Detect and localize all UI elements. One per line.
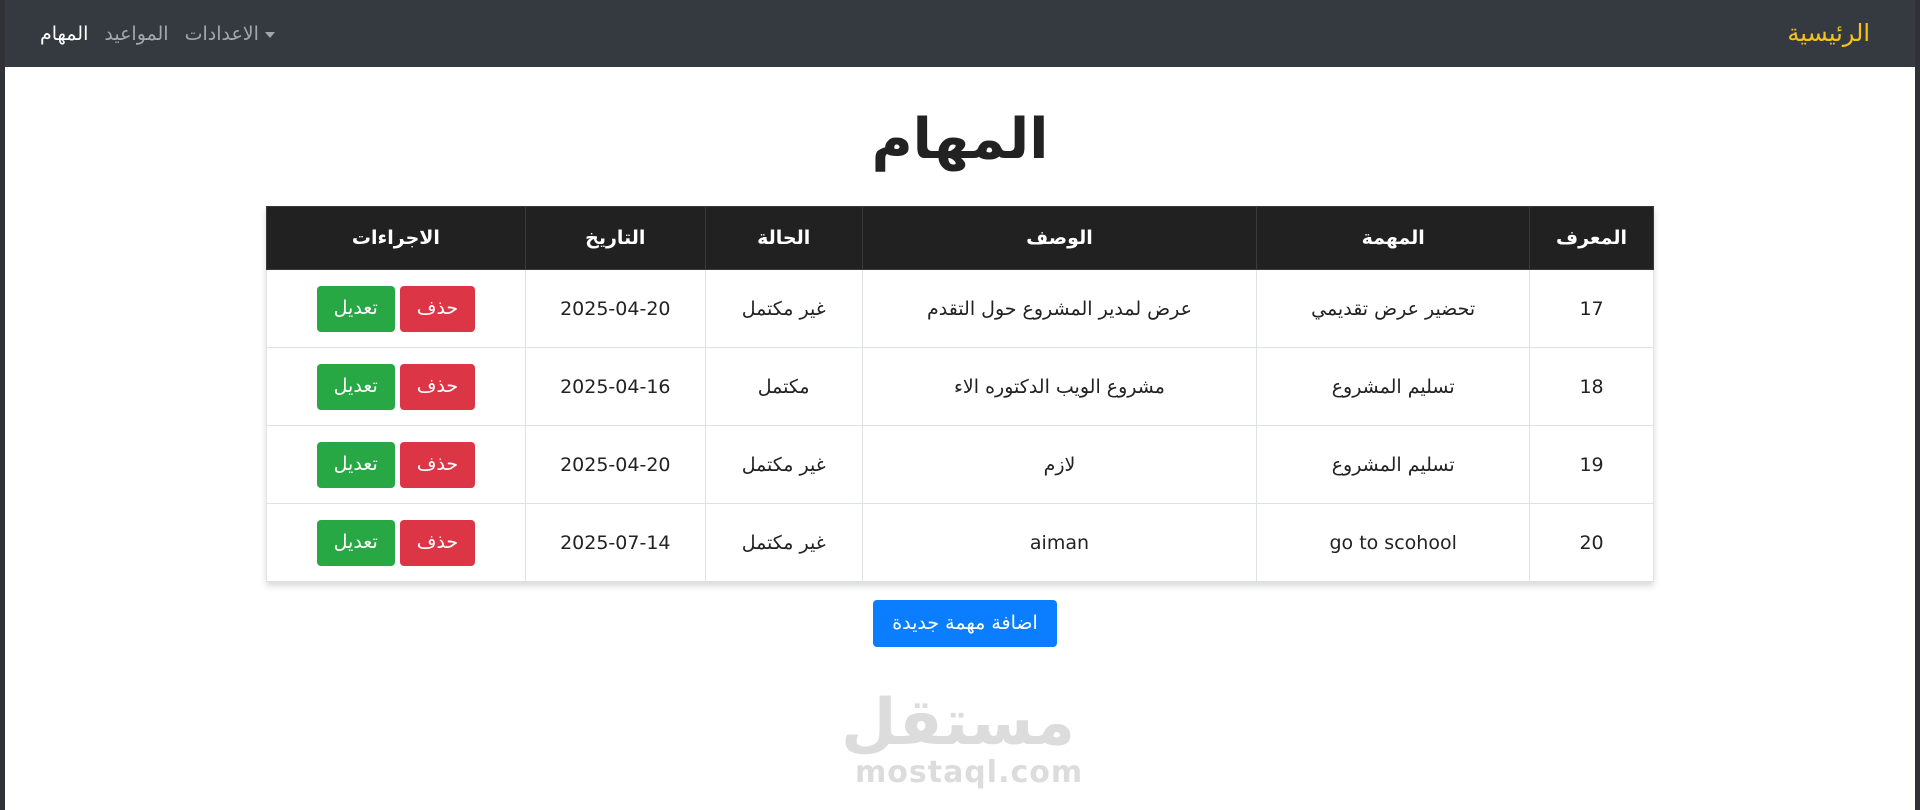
delete-button[interactable]: حذف <box>399 363 476 410</box>
cell-date: 2025-04-20 <box>524 425 706 504</box>
table-row: 17 تحضير عرض تقديمي عرض لمدير المشروع حو… <box>266 269 1654 348</box>
top-navbar: الرئيسية الاعدادات المواعيد المهام <box>5 0 1915 67</box>
header-date: التاريخ <box>524 206 706 270</box>
brand-home-link[interactable]: الرئيسية <box>1787 15 1870 51</box>
nav-settings-dropdown[interactable]: الاعدادات <box>185 18 275 50</box>
edit-button[interactable]: تعديل <box>316 363 395 410</box>
header-status: الحالة <box>704 206 863 270</box>
delete-button[interactable]: حذف <box>399 519 476 566</box>
edit-button[interactable]: تعديل <box>316 441 395 488</box>
cell-task: تسليم المشروع <box>1256 425 1531 504</box>
cell-description: لازم <box>861 425 1258 504</box>
header-id: المعرف <box>1529 206 1654 270</box>
cell-task: تحضير عرض تقديمي <box>1256 269 1531 348</box>
table-row: 19 تسليم المشروع لازم غير مكتمل 2025-04-… <box>266 425 1654 504</box>
nav-tasks[interactable]: المهام <box>40 18 88 50</box>
page-title: المهام <box>871 107 1049 172</box>
cell-id: 18 <box>1529 347 1654 426</box>
edit-button[interactable]: تعديل <box>316 285 395 332</box>
cell-actions: حذفتعديل <box>266 425 526 504</box>
cell-status: مكتمل <box>704 347 863 426</box>
tasks-table: المعرف المهمة الوصف الحالة التاريخ الاجر… <box>266 206 1654 582</box>
cell-description: مشروع الويب الدكتوره الاء <box>861 347 1258 426</box>
cell-actions: حذفتعديل <box>266 269 526 348</box>
chevron-down-icon <box>264 31 275 38</box>
nav-links: الاعدادات المواعيد المهام <box>40 18 275 50</box>
edit-button[interactable]: تعديل <box>316 519 395 566</box>
add-task-button[interactable]: اضافة مهمة جديدة <box>873 600 1057 647</box>
cell-date: 2025-04-20 <box>524 269 706 348</box>
cell-actions: حذفتعديل <box>266 503 526 582</box>
table-row: 20 go to scohool aiman غير مكتمل 2025-07… <box>266 503 1654 582</box>
cell-status: غير مكتمل <box>704 269 863 348</box>
cell-status: غير مكتمل <box>704 425 863 504</box>
cell-description: عرض لمدير المشروع حول التقدم <box>861 269 1258 348</box>
cell-id: 17 <box>1529 269 1654 348</box>
cell-id: 19 <box>1529 425 1654 504</box>
table-row: 18 تسليم المشروع مشروع الويب الدكتوره ال… <box>266 347 1654 426</box>
nav-settings-label: الاعدادات <box>184 23 259 45</box>
header-actions: الاجراءات <box>266 206 526 270</box>
cell-task: go to scohool <box>1256 503 1531 582</box>
header-description: الوصف <box>861 206 1258 270</box>
delete-button[interactable]: حذف <box>399 441 476 488</box>
app-window: الرئيسية الاعدادات المواعيد المهام المها… <box>5 0 1915 810</box>
header-task: المهمة <box>1256 206 1531 270</box>
watermark-logo: مستقل mostaql.com <box>840 686 1084 790</box>
cell-task: تسليم المشروع <box>1256 347 1531 426</box>
cell-description: aiman <box>861 503 1258 582</box>
cell-id: 20 <box>1529 503 1654 582</box>
cell-date: 2025-07-14 <box>524 503 706 582</box>
nav-appointments[interactable]: المواعيد <box>104 18 168 50</box>
delete-button[interactable]: حذف <box>399 285 476 332</box>
cell-status: غير مكتمل <box>704 503 863 582</box>
table-header-row: المعرف المهمة الوصف الحالة التاريخ الاجر… <box>266 206 1654 270</box>
cell-actions: حذفتعديل <box>266 347 526 426</box>
watermark-arabic: مستقل <box>840 686 1075 760</box>
cell-date: 2025-04-16 <box>524 347 706 426</box>
watermark-latin: mostaql.com <box>855 755 1084 790</box>
